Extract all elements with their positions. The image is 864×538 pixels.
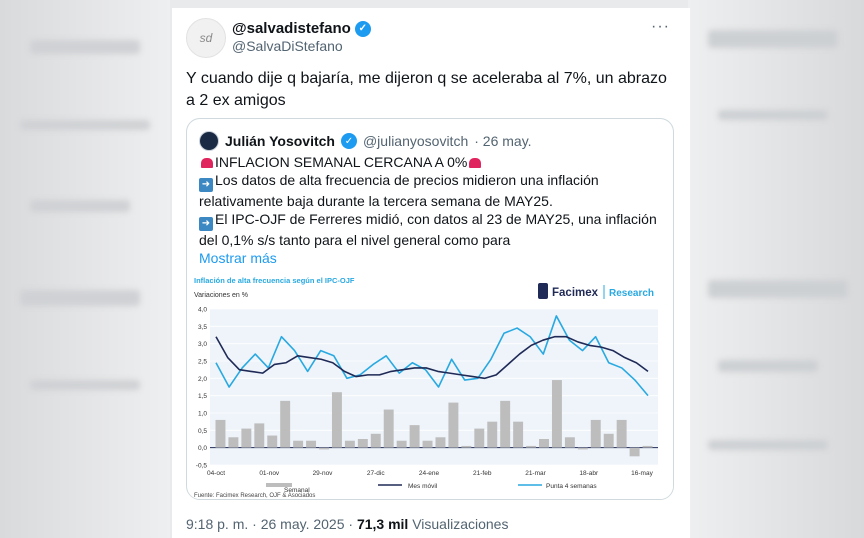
x-tick-label: 27-dic (367, 470, 385, 477)
bar-semanal (396, 440, 407, 448)
quoted-line-2: ➜ Los datos de alta frecuencia de precios… (199, 171, 664, 210)
quoted-line-3: ➜ El IPC-OJF de Ferreres midió, con datos… (199, 210, 664, 249)
view-count: 71,3 mil (356, 516, 409, 532)
bar-semanal (293, 440, 304, 448)
x-tick-label: 21-mar (525, 470, 546, 477)
quoted-tweet[interactable]: Julián Yosovitch ✓ @julianyosovitch · 26… (186, 118, 674, 500)
quoted-author-handle[interactable]: @julianyosovitch (363, 133, 468, 149)
siren-icon (201, 158, 213, 168)
chart-title: Inflación de alta frecuencia según el IP… (194, 276, 355, 285)
quoted-avatar[interactable] (199, 131, 219, 151)
y-tick-label: 1,5 (198, 393, 207, 400)
chart-source: Fuente: Facimex Research, OJF & Asociado… (194, 493, 315, 499)
bar-semanal (241, 428, 252, 448)
legend-label-mes-movil: Mes móvil (408, 483, 438, 490)
bar-semanal (500, 400, 511, 448)
facimex-logo-icon (538, 283, 548, 299)
bar-semanal (461, 445, 472, 448)
show-more-link[interactable]: Mostrar más (199, 249, 664, 267)
x-tick-label: 01-nov (259, 470, 280, 477)
bar-semanal (564, 437, 575, 448)
y-tick-label: 3,0 (198, 341, 207, 348)
bar-semanal (215, 419, 226, 448)
quoted-header: Julián Yosovitch ✓ @julianyosovitch · 26… (199, 131, 532, 151)
bar-semanal (357, 439, 368, 448)
verified-badge-icon: ✓ (340, 133, 357, 149)
tweet-text: Y cuando dije q bajaría, me dijeron q se… (186, 70, 667, 109)
bar-semanal (577, 447, 588, 450)
y-tick-label: 3,5 (198, 324, 207, 331)
x-tick-label: 16-may (631, 470, 653, 477)
tweet-card: sd @salvadistefano ✓ @SalvaDiStefano ···… (172, 8, 690, 538)
bar-semanal (331, 392, 342, 448)
y-tick-label: 1,0 (198, 411, 207, 418)
quoted-line-1: INFLACION SEMANAL CERCANA A 0% (199, 153, 664, 171)
bar-semanal (551, 380, 562, 448)
bar-semanal (319, 447, 329, 450)
siren-icon (469, 158, 482, 168)
avatar-text: sd (199, 31, 213, 45)
author-handle[interactable]: @SalvaDiStefano (232, 38, 343, 54)
bar-semanal (254, 423, 265, 448)
timestamp[interactable]: 9:18 p. m. · 26 may. 2025 · (186, 516, 357, 532)
y-tick-label: 4,0 (198, 307, 207, 314)
bar-semanal (526, 445, 537, 448)
background-blur-left (0, 0, 170, 538)
x-tick-label: 21-feb (473, 470, 492, 477)
y-tick-label: -0,5 (196, 463, 208, 470)
bar-semanal (642, 445, 653, 448)
y-tick-label: 0,5 (198, 428, 207, 435)
x-tick-label: 18-abr (579, 470, 599, 477)
bar-semanal (409, 425, 420, 448)
bar-semanal (513, 421, 524, 448)
bar-semanal (306, 440, 317, 448)
x-tick-label: 04-oct (207, 470, 225, 477)
brand-name: Facimex (552, 287, 599, 299)
bar-semanal (280, 400, 291, 448)
bar-semanal (435, 437, 446, 448)
bar-semanal (228, 437, 239, 448)
quoted-author-name[interactable]: Julián Yosovitch (225, 133, 335, 149)
bar-semanal (370, 433, 381, 448)
tweet-footer: 9:18 p. m. · 26 may. 2025 · 71,3 mil Vis… (186, 516, 508, 532)
bar-semanal (539, 439, 549, 448)
quoted-paragraph-1: Los datos de alta frecuencia de precios … (199, 172, 599, 209)
bar-semanal (603, 433, 614, 448)
bar-semanal (629, 447, 640, 457)
inflation-chart: Inflación de alta frecuencia según el IP… (194, 276, 658, 499)
x-tick-label: 29-nov (313, 470, 334, 477)
avatar[interactable]: sd (186, 18, 226, 58)
views-label: Visualizaciones (408, 516, 509, 532)
background-blur-right (688, 0, 864, 538)
bar-semanal (590, 419, 601, 448)
verified-badge-icon: ✓ (354, 20, 371, 37)
quoted-text: INFLACION SEMANAL CERCANA A 0% ➜ Los dato… (199, 153, 664, 267)
bar-semanal (267, 435, 278, 448)
author-name-row[interactable]: @salvadistefano ✓ (232, 20, 371, 37)
bar-semanal (344, 440, 355, 448)
bar-semanal (487, 421, 498, 448)
bar-semanal (474, 428, 485, 448)
bar-semanal (616, 419, 627, 448)
right-arrow-icon: ➜ (199, 217, 213, 231)
bar-semanal (448, 402, 459, 448)
y-tick-label: 0,0 (198, 445, 207, 452)
bar-semanal (422, 440, 433, 448)
legend-label-punta-4-semanas: Punta 4 semanas (546, 483, 597, 490)
quoted-date[interactable]: · 26 may. (474, 133, 531, 149)
quoted-paragraph-2: El IPC-OJF de Ferreres midió, con datos … (199, 211, 657, 248)
quoted-headline: INFLACION SEMANAL CERCANA A 0% (215, 154, 468, 170)
more-options-icon[interactable]: ··· (651, 18, 670, 36)
right-arrow-icon: ➜ (199, 178, 213, 192)
x-tick-label: 24-ene (419, 470, 440, 477)
author-display-name[interactable]: @salvadistefano (232, 20, 351, 37)
y-tick-label: 2,0 (198, 376, 207, 383)
bar-semanal (383, 409, 394, 448)
y-tick-label: 2,5 (198, 359, 207, 366)
chart-subtitle: Variaciones en % (194, 292, 248, 299)
chart-image[interactable]: Inflación de alta frecuencia según el IP… (188, 269, 673, 499)
brand-research: Research (609, 288, 654, 299)
